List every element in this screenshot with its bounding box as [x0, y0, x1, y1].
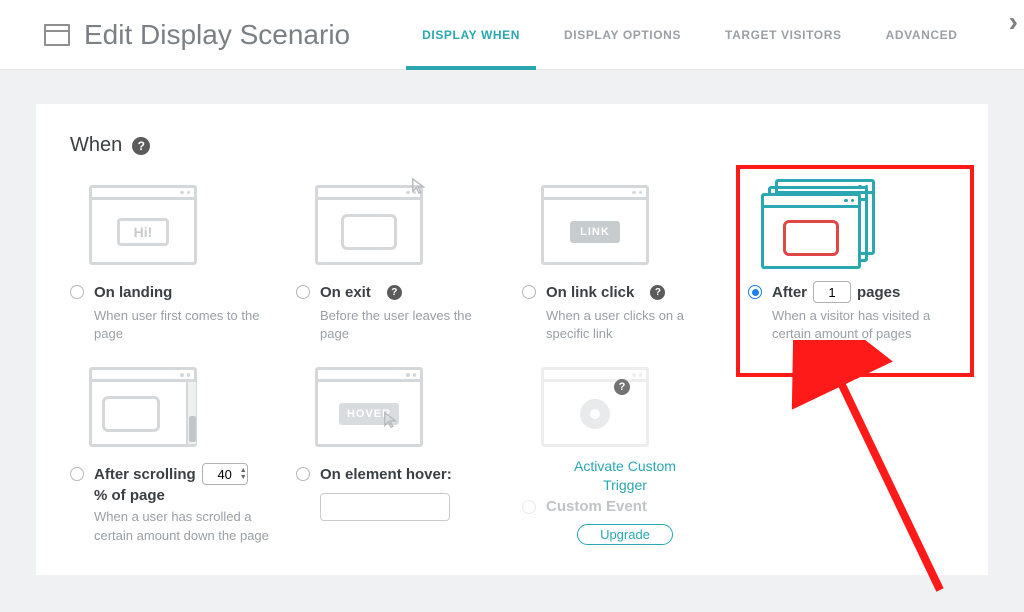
empty-cell — [748, 363, 954, 544]
radio-after-pages[interactable] — [748, 285, 762, 299]
hi-badge: Hi! — [117, 218, 170, 246]
upgrade-button[interactable]: Upgrade — [577, 524, 673, 545]
radio-on-exit[interactable] — [296, 285, 310, 299]
hover-diagram: HOVER — [304, 363, 434, 451]
options-grid: Hi! On landing When user first comes to … — [70, 181, 954, 545]
tabs: DISPLAY WHEN DISPLAY OPTIONS TARGET VISI… — [400, 0, 979, 69]
hover-selector-input[interactable] — [320, 493, 450, 521]
chevron-right-icon[interactable]: › — [1009, 6, 1018, 38]
option-title: On link click ? — [546, 284, 665, 301]
window-icon — [44, 24, 70, 46]
activate-custom-trigger-link[interactable]: Activate Custom Trigger — [522, 457, 728, 493]
help-icon[interactable]: ? — [132, 137, 150, 155]
option-desc: Before the user leaves the page — [296, 307, 502, 343]
header: Edit Display Scenario DISPLAY WHEN DISPL… — [0, 0, 1024, 70]
option-on-exit[interactable]: On exit ? Before the user leaves the pag… — [296, 181, 502, 343]
gear-icon — [580, 399, 610, 429]
help-icon[interactable]: ? — [650, 285, 665, 300]
tab-advanced[interactable]: ADVANCED — [864, 0, 980, 69]
radio-on-hover[interactable] — [296, 467, 310, 481]
option-after-scrolling[interactable]: After scrolling ▲▼ % of page When a user… — [70, 363, 276, 544]
section-title: When ? — [70, 134, 954, 157]
help-icon[interactable]: ? — [387, 285, 402, 300]
cursor-icon — [382, 411, 400, 429]
option-title: Custom Event — [546, 498, 647, 515]
option-title-line2: % of page — [70, 487, 276, 504]
after-pages-diagram — [756, 181, 886, 269]
radio-after-scrolling[interactable] — [70, 467, 84, 481]
radio-on-landing[interactable] — [70, 285, 84, 299]
option-desc: When a user has scrolled a certain amoun… — [70, 508, 276, 544]
option-title: After scrolling ▲▼ — [94, 463, 251, 485]
tab-display-options[interactable]: DISPLAY OPTIONS — [542, 0, 703, 69]
custom-diagram: ? — [530, 363, 660, 451]
option-title: On landing — [94, 284, 172, 301]
option-desc: When a visitor has visited a certain amo… — [748, 307, 954, 343]
link-badge: LINK — [570, 221, 620, 243]
radio-custom-event[interactable] — [522, 500, 536, 514]
option-desc: When user first comes to the page — [70, 307, 276, 343]
option-after-pages[interactable]: After pages When a visitor has visited a… — [748, 181, 954, 343]
option-title: On element hover: — [320, 466, 452, 483]
radio-on-link-click[interactable] — [522, 285, 536, 299]
option-desc: When a user clicks on a specific link — [522, 307, 728, 343]
section-title-text: When — [70, 134, 122, 157]
cursor-icon — [410, 177, 428, 195]
link-diagram: LINK — [530, 181, 660, 269]
option-title: On exit ? — [320, 284, 402, 301]
pages-input[interactable] — [813, 281, 851, 303]
option-custom-event[interactable]: ? Activate Custom Trigger Custom Event U… — [522, 363, 728, 544]
exit-diagram — [304, 181, 434, 269]
scroll-diagram — [78, 363, 208, 451]
panel: When ? Hi! On landing When user first co… — [36, 104, 988, 575]
tab-target-visitors[interactable]: TARGET VISITORS — [703, 0, 864, 69]
tab-display-when[interactable]: DISPLAY WHEN — [400, 0, 542, 69]
option-on-landing[interactable]: Hi! On landing When user first comes to … — [70, 181, 276, 343]
stepper-icon[interactable]: ▲▼ — [240, 467, 247, 481]
option-title: After pages — [772, 281, 900, 303]
option-on-hover[interactable]: HOVER On element hover: — [296, 363, 502, 544]
option-on-link-click[interactable]: LINK On link click ? When a user clicks … — [522, 181, 728, 343]
landing-diagram: Hi! — [78, 181, 208, 269]
page-title: Edit Display Scenario — [84, 19, 350, 51]
